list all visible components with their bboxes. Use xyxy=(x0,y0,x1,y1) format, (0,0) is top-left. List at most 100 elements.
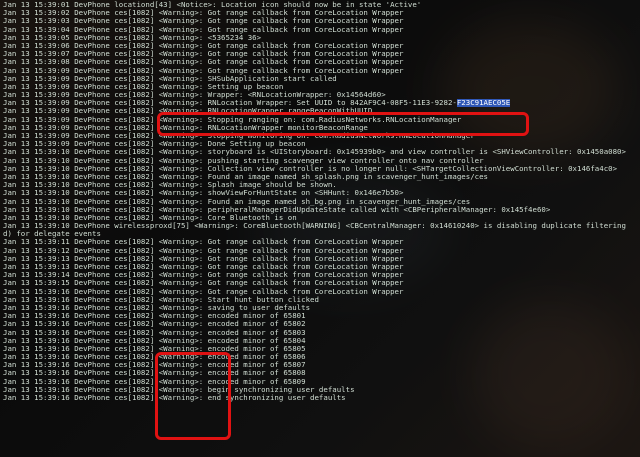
log-output[interactable]: Jan 13 15:39:01 DevPhone locationd[43] <… xyxy=(3,1,640,402)
log-line-text: Jan 13 15:39:01 DevPhone locationd[43] <… xyxy=(3,1,422,9)
log-line-text: Jan 13 15:39:16 DevPhone ces[1082] <Warn… xyxy=(3,377,306,386)
log-line: Jan 13 15:39:10 DevPhone ces[1082] <Warn… xyxy=(3,206,640,214)
log-line: Jan 13 15:39:06 DevPhone ces[1082] <Warn… xyxy=(3,42,640,50)
log-line: Jan 13 15:39:09 DevPhone ces[1082] <Warn… xyxy=(3,67,640,75)
log-line-text: Jan 13 15:39:10 DevPhone ces[1082] <Warn… xyxy=(3,148,626,157)
terminal-window[interactable]: Jan 13 15:39:01 DevPhone locationd[43] <… xyxy=(0,0,640,457)
log-line-text: Jan 13 15:39:16 DevPhone ces[1082] <Warn… xyxy=(3,287,404,296)
log-line-text: Jan 13 15:39:08 DevPhone ces[1082] <Warn… xyxy=(3,58,404,67)
log-line-text: Jan 13 15:39:15 DevPhone ces[1082] <Warn… xyxy=(3,279,404,288)
log-line: Jan 13 15:39:08 DevPhone ces[1082] <Warn… xyxy=(3,58,640,66)
log-line-text: Jan 13 15:39:10 DevPhone ces[1082] <Warn… xyxy=(3,172,488,181)
log-line-text: Jan 13 15:39:10 DevPhone wirelessproxd[7… xyxy=(3,222,626,231)
log-line-text: Jan 13 15:39:10 DevPhone ces[1082] <Warn… xyxy=(3,156,484,165)
log-line: Jan 13 15:39:16 DevPhone ces[1082] <Warn… xyxy=(3,378,640,386)
log-line: Jan 13 15:39:16 DevPhone ces[1082] <Warn… xyxy=(3,361,640,369)
log-line-text: Jan 13 15:39:10 DevPhone ces[1082] <Warn… xyxy=(3,181,337,190)
log-line-text: Jan 13 15:39:16 DevPhone ces[1082] <Warn… xyxy=(3,353,306,362)
log-line: Jan 13 15:39:07 DevPhone ces[1082] <Warn… xyxy=(3,50,640,58)
log-line-text: Jan 13 15:39:10 DevPhone ces[1082] <Warn… xyxy=(3,213,297,222)
log-line-text: Jan 13 15:39:09 DevPhone ces[1082] <Warn… xyxy=(3,132,475,140)
log-line: Jan 13 15:39:10 DevPhone wirelessproxd[7… xyxy=(3,222,640,230)
log-line-text: Jan 13 15:39:13 DevPhone ces[1082] <Warn… xyxy=(3,263,404,271)
log-line-text: Jan 13 15:39:10 DevPhone ces[1082] <Warn… xyxy=(3,164,618,173)
log-line-text: Jan 13 15:39:09 DevPhone ces[1082] <Warn… xyxy=(3,140,306,149)
log-line: Jan 13 15:39:10 DevPhone ces[1082] <Warn… xyxy=(3,173,640,181)
log-line: Jan 13 15:39:05 DevPhone ces[1082] <Warn… xyxy=(3,34,640,42)
log-line: Jan 13 15:39:13 DevPhone ces[1082] <Warn… xyxy=(3,255,640,263)
log-line: Jan 13 15:39:14 DevPhone ces[1082] <Warn… xyxy=(3,271,640,279)
log-line: Jan 13 15:39:09 DevPhone ces[1082] <Warn… xyxy=(3,124,640,132)
log-line: Jan 13 15:39:10 DevPhone ces[1082] <Warn… xyxy=(3,189,640,197)
log-line: Jan 13 15:39:16 DevPhone ces[1082] <Warn… xyxy=(3,394,640,402)
log-line: Jan 13 15:39:16 DevPhone ces[1082] <Warn… xyxy=(3,312,640,320)
log-line-text: Jan 13 15:39:16 DevPhone ces[1082] <Warn… xyxy=(3,361,306,370)
log-line: Jan 13 15:39:10 DevPhone ces[1082] <Warn… xyxy=(3,157,640,165)
selected-uuid-text[interactable]: F23C91AEC05E xyxy=(456,99,511,108)
log-line-text: Jan 13 15:39:09 DevPhone ces[1082] <Warn… xyxy=(3,74,337,83)
log-line: Jan 13 15:39:04 DevPhone ces[1082] <Warn… xyxy=(3,26,640,34)
log-line-text: Jan 13 15:39:09 DevPhone ces[1082] <Warn… xyxy=(3,66,404,75)
log-line-text: Jan 13 15:39:10 DevPhone ces[1082] <Warn… xyxy=(3,205,551,214)
log-line: Jan 13 15:39:09 DevPhone ces[1082] <Warn… xyxy=(3,116,640,124)
log-line: Jan 13 15:39:10 DevPhone ces[1082] <Warn… xyxy=(3,165,640,173)
log-line: Jan 13 15:39:16 DevPhone ces[1082] <Warn… xyxy=(3,353,640,361)
log-line: Jan 13 15:39:02 DevPhone ces[1082] <Warn… xyxy=(3,9,640,17)
log-line: Jan 13 15:39:16 DevPhone ces[1082] <Warn… xyxy=(3,337,640,345)
log-line-text: Jan 13 15:39:16 DevPhone ces[1082] <Warn… xyxy=(3,336,306,345)
log-line: Jan 13 15:39:09 DevPhone ces[1082] <Warn… xyxy=(3,75,640,83)
log-line-text: Jan 13 15:39:12 DevPhone ces[1082] <Warn… xyxy=(3,246,404,255)
log-line: d) for delegate events xyxy=(3,230,640,238)
log-line-text: Jan 13 15:39:05 DevPhone ces[1082] <Warn… xyxy=(3,33,262,42)
log-line-text: Jan 13 15:39:16 DevPhone ces[1082] <Warn… xyxy=(3,369,306,378)
log-line: Jan 13 15:39:16 DevPhone ces[1082] <Warn… xyxy=(3,329,640,337)
log-line: Jan 13 15:39:09 DevPhone ces[1082] <Warn… xyxy=(3,91,640,99)
log-line-text: Jan 13 15:39:10 DevPhone ces[1082] <Warn… xyxy=(3,197,471,206)
log-line: Jan 13 15:39:10 DevPhone ces[1082] <Warn… xyxy=(3,148,640,156)
log-line: Jan 13 15:39:09 DevPhone ces[1082] <Warn… xyxy=(3,140,640,148)
log-line: Jan 13 15:39:10 DevPhone ces[1082] <Warn… xyxy=(3,214,640,222)
log-line-text: Jan 13 15:39:09 DevPhone ces[1082] <Warn… xyxy=(3,91,386,100)
log-line-text: Jan 13 15:39:16 DevPhone ces[1082] <Warn… xyxy=(3,394,346,402)
log-line: Jan 13 15:39:01 DevPhone locationd[43] <… xyxy=(3,1,640,9)
log-line-text: Jan 13 15:39:09 DevPhone ces[1082] <Warn… xyxy=(3,115,462,124)
log-line-text: Jan 13 15:39:07 DevPhone ces[1082] <Warn… xyxy=(3,50,404,59)
log-line-text: Jan 13 15:39:16 DevPhone ces[1082] <Warn… xyxy=(3,320,306,329)
log-line-text: Jan 13 15:39:06 DevPhone ces[1082] <Warn… xyxy=(3,41,404,50)
log-line: Jan 13 15:39:09 DevPhone ces[1082] <Warn… xyxy=(3,107,640,115)
log-line-text: Jan 13 15:39:14 DevPhone ces[1082] <Warn… xyxy=(3,271,404,280)
log-line: Jan 13 15:39:13 DevPhone ces[1082] <Warn… xyxy=(3,263,640,271)
log-line: Jan 13 15:39:12 DevPhone ces[1082] <Warn… xyxy=(3,247,640,255)
log-line: Jan 13 15:39:16 DevPhone ces[1082] <Warn… xyxy=(3,288,640,296)
log-line-text: d) for delegate events xyxy=(3,230,101,239)
log-line-text: Jan 13 15:39:02 DevPhone ces[1082] <Warn… xyxy=(3,9,404,18)
log-line: Jan 13 15:39:16 DevPhone ces[1082] <Warn… xyxy=(3,369,640,377)
log-line-text: Jan 13 15:39:11 DevPhone ces[1082] <Warn… xyxy=(3,238,404,247)
log-line: Jan 13 15:39:09 DevPhone ces[1082] <Warn… xyxy=(3,83,640,91)
log-line: Jan 13 15:39:16 DevPhone ces[1082] <Warn… xyxy=(3,386,640,394)
log-line-text: Jan 13 15:39:13 DevPhone ces[1082] <Warn… xyxy=(3,254,404,263)
log-line-text: Jan 13 15:39:03 DevPhone ces[1082] <Warn… xyxy=(3,17,404,26)
log-line-text: Jan 13 15:39:16 DevPhone ces[1082] <Warn… xyxy=(3,295,319,304)
log-line: Jan 13 15:39:03 DevPhone ces[1082] <Warn… xyxy=(3,17,640,25)
log-line-text: Jan 13 15:39:09 DevPhone ces[1082] <Warn… xyxy=(3,82,284,91)
log-line-text: Jan 13 15:39:09 DevPhone ces[1082] <Warn… xyxy=(3,99,457,108)
log-line-text: Jan 13 15:39:16 DevPhone ces[1082] <Warn… xyxy=(3,312,306,321)
log-line-text: Jan 13 15:39:16 DevPhone ces[1082] <Warn… xyxy=(3,385,355,394)
log-line: Jan 13 15:39:15 DevPhone ces[1082] <Warn… xyxy=(3,279,640,287)
log-line: Jan 13 15:39:16 DevPhone ces[1082] <Warn… xyxy=(3,304,640,312)
log-line-text: Jan 13 15:39:09 DevPhone ces[1082] <Warn… xyxy=(3,123,368,132)
log-line-text: Jan 13 15:39:16 DevPhone ces[1082] <Warn… xyxy=(3,328,306,337)
log-line: Jan 13 15:39:16 DevPhone ces[1082] <Warn… xyxy=(3,345,640,353)
log-line: Jan 13 15:39:09 DevPhone ces[1082] <Warn… xyxy=(3,132,640,140)
log-line: Jan 13 15:39:16 DevPhone ces[1082] <Warn… xyxy=(3,296,640,304)
log-line-text: Jan 13 15:39:10 DevPhone ces[1082] <Warn… xyxy=(3,189,404,198)
log-line: Jan 13 15:39:10 DevPhone ces[1082] <Warn… xyxy=(3,181,640,189)
log-line: Jan 13 15:39:16 DevPhone ces[1082] <Warn… xyxy=(3,320,640,328)
log-line-text: Jan 13 15:39:16 DevPhone ces[1082] <Warn… xyxy=(3,303,311,312)
log-line-text: Jan 13 15:39:09 DevPhone ces[1082] <Warn… xyxy=(3,107,373,116)
log-line-text: Jan 13 15:39:04 DevPhone ces[1082] <Warn… xyxy=(3,25,404,34)
log-line: Jan 13 15:39:09 DevPhone ces[1082] <Warn… xyxy=(3,99,640,108)
log-line: Jan 13 15:39:11 DevPhone ces[1082] <Warn… xyxy=(3,238,640,246)
log-line: Jan 13 15:39:10 DevPhone ces[1082] <Warn… xyxy=(3,198,640,206)
